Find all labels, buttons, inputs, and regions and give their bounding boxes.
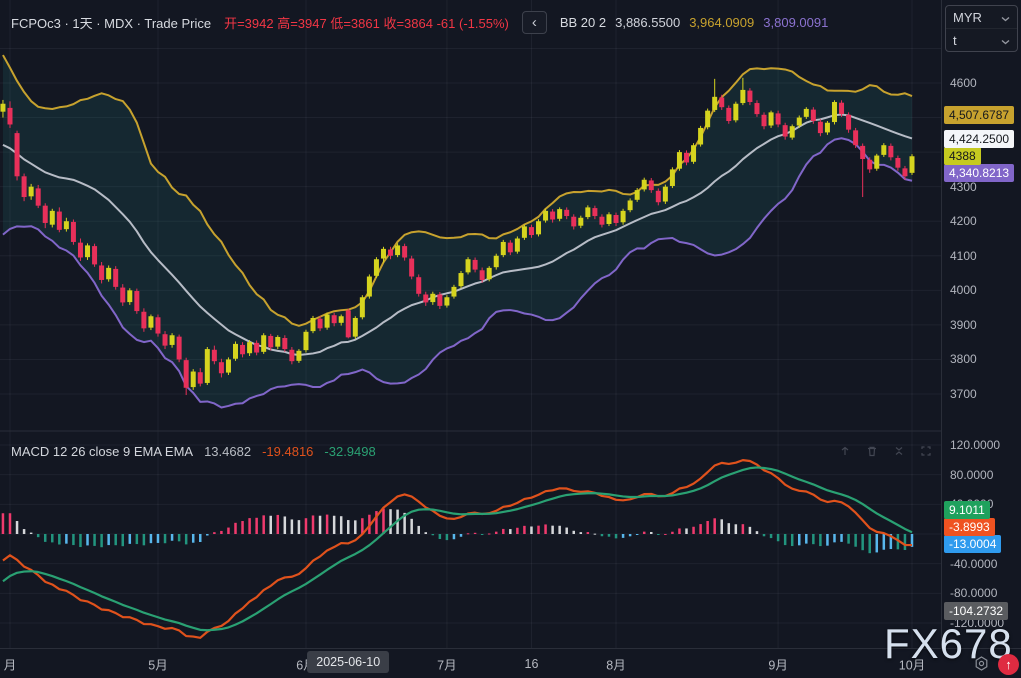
arrow-up-icon	[838, 445, 852, 457]
time-tick-label: 月	[4, 654, 17, 673]
macd-label: MACD 12 26 close 9 EMA EMA	[11, 444, 193, 459]
bb-basis-value: 3,886.5500	[615, 15, 680, 30]
back-button[interactable]: ‹	[522, 11, 547, 34]
bb-lower-value: 3,809.0091	[763, 15, 828, 30]
move-pane-up-button[interactable]	[833, 442, 857, 460]
time-tick-label: 9月	[768, 654, 787, 673]
collapse-icon	[892, 445, 906, 457]
macd-pane	[2, 460, 914, 638]
time-tick-label: 8月	[606, 654, 625, 673]
chevron-down-icon	[1001, 33, 1010, 48]
price-tick-label: 4200	[950, 214, 977, 228]
trash-icon	[865, 445, 879, 457]
chart-canvas[interactable]	[0, 0, 941, 648]
currency-label: MYR	[953, 10, 982, 25]
axis-settings-box: MYR t	[945, 5, 1018, 52]
price-tick-label: 4000	[950, 283, 977, 297]
maximize-pane-button[interactable]	[914, 442, 938, 460]
time-tick-label: 5月	[148, 654, 167, 673]
bb-lower-badge: 4,340.8213	[944, 164, 1014, 182]
currency-dropdown[interactable]: MYR	[946, 6, 1017, 28]
macd-tick-label: -40.0000	[950, 557, 997, 571]
macd-signal-value: -32.9498	[324, 444, 375, 459]
trading-chart-app: FCPOc3 · 1天 · MDX · Trade Price 开=3942 高…	[0, 0, 1021, 678]
bollinger-legend: BB 20 2 3,886.5500 3,964.0909 3,809.0091	[560, 15, 829, 30]
collapse-pane-button[interactable]	[887, 442, 911, 460]
macd-legend: MACD 12 26 close 9 EMA EMA 13.4682 -19.4…	[11, 444, 376, 459]
macd-hist-value: 13.4682	[204, 444, 251, 459]
chevron-left-icon: ‹	[532, 14, 537, 31]
time-tick-label: 7月	[437, 654, 456, 673]
ohlc-values: 开=3942 高=3947 低=3861 收=3864 -61 (-1.55%)	[224, 13, 509, 32]
watermark: FX678	[884, 620, 1013, 668]
price-tick-label: 3800	[950, 352, 977, 366]
macd-line-badge: -3.8993	[944, 518, 995, 536]
macd-line-value: -19.4816	[262, 444, 313, 459]
macd-tick-label: 120.0000	[950, 438, 1000, 452]
time-tick-label: 16	[525, 657, 539, 671]
bollinger-bands	[3, 55, 912, 407]
scroll-top-button[interactable]: ↑	[998, 654, 1019, 675]
unit-label: t	[953, 33, 957, 48]
time-axis[interactable]: 2025-06-10 月5月6月7月168月9月10月	[0, 648, 1021, 678]
bb-label: BB 20 2	[560, 15, 606, 30]
bb-upper-badge: 4,507.6787	[944, 106, 1014, 124]
unit-dropdown[interactable]: t	[946, 28, 1017, 51]
maximize-icon	[919, 445, 933, 457]
price-axis[interactable]: MYR t 4600450044004300420041004000390038…	[941, 0, 1021, 648]
price-tick-label: 3900	[950, 318, 977, 332]
macd-toolbar	[833, 442, 938, 460]
last-price-badge: 4388	[944, 147, 981, 165]
macd-signal-badge: 9.1011	[944, 501, 990, 519]
price-tick-label: 4100	[950, 249, 977, 263]
chart-legend: FCPOc3 · 1天 · MDX · Trade Price 开=3942 高…	[11, 11, 828, 34]
macd-hist-badge: -13.0004	[944, 535, 1001, 553]
price-tick-label: 4600	[950, 76, 977, 90]
bb-upper-value: 3,964.0909	[689, 15, 754, 30]
macd-tick-label: 80.0000	[950, 468, 993, 482]
macd-tick-label: -80.0000	[950, 586, 997, 600]
price-tick-label: 4300	[950, 180, 977, 194]
crosshair-date-badge: 2025-06-10	[307, 651, 389, 673]
price-tick-label: 3700	[950, 387, 977, 401]
symbol-title: FCPOc3 · 1天 · MDX · Trade Price	[11, 13, 211, 32]
chevron-down-icon	[1001, 10, 1010, 25]
bb-basis-badge: 4,424.2500	[944, 130, 1014, 148]
delete-indicator-button[interactable]	[860, 442, 884, 460]
macd-crosshair-badge: -104.2732	[944, 602, 1008, 620]
arrow-up-icon: ↑	[1005, 657, 1012, 672]
